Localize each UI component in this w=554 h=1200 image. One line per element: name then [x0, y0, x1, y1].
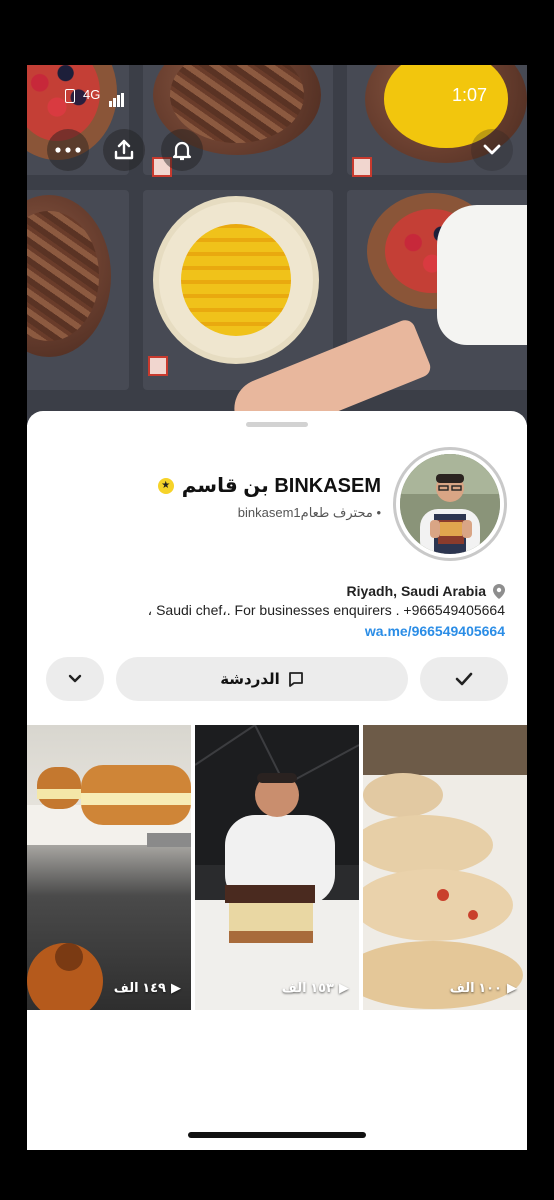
story-thumbnail[interactable]: ١٤٩ الف ▶: [27, 725, 191, 1010]
profile-link[interactable]: wa.me/966549405664: [365, 623, 505, 639]
star-badge-icon: ★: [157, 477, 174, 494]
profile-sheet: ★ بن قاسم BINKASEM binkasem1محترف طعام •…: [27, 411, 527, 1150]
more-actions-button[interactable]: [46, 657, 104, 701]
checkmark-icon: [455, 672, 473, 686]
battery-icon: [65, 89, 75, 103]
avatar[interactable]: [393, 447, 507, 561]
profile-name-row: ★ بن قاسم BINKASEM: [157, 473, 381, 498]
view-count: ١٤٩ الف ▶: [113, 980, 181, 995]
more-options-button[interactable]: [47, 129, 89, 171]
location-pin-icon: [493, 583, 505, 599]
play-icon: ▶: [171, 980, 181, 995]
bell-icon: [172, 141, 192, 161]
profile-screen: 4G 1:07 ★ بن قاسم BINKASEM binkasem1محتر…: [27, 65, 527, 1150]
notification-button[interactable]: [161, 129, 203, 171]
network-type: 4G: [83, 87, 101, 102]
chat-button[interactable]: الدردشة: [116, 657, 408, 701]
profile-bio: ، Saudi chef،. For businesses enquirers …: [147, 602, 505, 618]
play-icon: ▶: [339, 980, 349, 995]
thumbnail-image-pastry: [27, 765, 191, 1010]
hero-photo: 4G 1:07: [27, 65, 527, 425]
play-icon: ▶: [507, 980, 517, 995]
share-button[interactable]: [103, 129, 145, 171]
view-count: ١٠٠ الف ▶: [449, 980, 517, 995]
collapse-button[interactable]: [471, 129, 513, 171]
subscribed-button[interactable]: [420, 657, 508, 701]
chef-portrait: [400, 454, 500, 554]
chevron-down-icon: [68, 674, 82, 683]
more-icon: [55, 147, 81, 153]
location-text: Riyadh, Saudi Arabia: [346, 583, 486, 599]
view-count: ١٥٣ الف ▶: [281, 980, 349, 995]
home-indicator[interactable]: [188, 1132, 366, 1138]
story-thumbnail[interactable]: ١٠٠ الف ▶: [363, 725, 527, 1010]
chat-button-label: الدردشة: [220, 671, 280, 688]
profile-name: بن قاسم BINKASEM: [181, 475, 381, 497]
thumbnail-image-chef: [195, 725, 359, 1010]
profile-subtitle: binkasem1محترف طعام •: [237, 505, 381, 520]
clock: 1:07: [451, 85, 487, 105]
chat-icon: [288, 672, 303, 687]
chevron-down-icon: [483, 144, 501, 155]
share-icon: [114, 139, 134, 160]
sheet-grabber[interactable]: [246, 422, 308, 427]
signal-icon: [109, 89, 125, 107]
location-row[interactable]: Riyadh, Saudi Arabia: [346, 583, 505, 599]
status-bar: 4G 1:07: [27, 85, 527, 109]
story-thumbnail[interactable]: ١٥٣ الف ▶: [195, 725, 359, 1010]
thumbnail-image-tacos: [363, 725, 527, 1010]
story-grid: ١٤٩ الف ▶ ١٥٣ الف ▶ ١٠٠ الف ▶: [27, 725, 527, 1010]
